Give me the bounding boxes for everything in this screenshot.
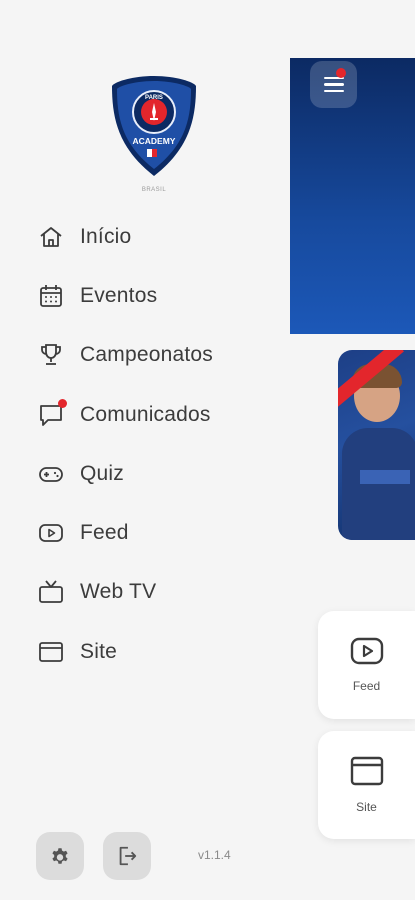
- tv-icon: [38, 579, 64, 605]
- logout-icon: [119, 846, 137, 866]
- menu-button[interactable]: [310, 61, 357, 108]
- video-play-icon: [38, 520, 64, 546]
- browser-window-icon: [38, 639, 64, 665]
- sidebar-item-feed[interactable]: Feed: [0, 503, 290, 562]
- notification-badge: [58, 398, 67, 408]
- sidebar-item-label: Web TV: [80, 580, 157, 604]
- video-play-icon: [350, 637, 383, 665]
- sidebar-item-comunicados[interactable]: Comunicados: [0, 385, 290, 444]
- svg-text:ACADEMY: ACADEMY: [133, 136, 176, 146]
- sidebar-item-label: Campeonatos: [80, 343, 213, 367]
- sidebar-item-campeonatos[interactable]: Campeonatos: [0, 326, 290, 385]
- photo-shirt-stripe: [360, 470, 410, 484]
- gear-icon: [52, 848, 68, 864]
- quick-link-site[interactable]: Site: [318, 731, 415, 839]
- svg-text:PARIS: PARIS: [145, 95, 163, 101]
- quick-link-label: Site: [356, 800, 377, 814]
- quick-link-label: Feed: [352, 679, 381, 693]
- calendar-icon: [38, 283, 64, 309]
- app-version: v1.1.4: [198, 848, 231, 862]
- browser-window-icon: [350, 756, 383, 786]
- quick-link-feed[interactable]: Feed: [318, 611, 415, 719]
- sidebar-item-eventos[interactable]: Eventos: [0, 266, 290, 325]
- featured-photo-card[interactable]: [338, 350, 415, 540]
- sidebar-item-label: Feed: [80, 521, 129, 545]
- chat-icon: [38, 398, 67, 428]
- drawer-menu: Início Eventos Campeonatos Comunicados Q…: [0, 207, 290, 681]
- navigation-drawer: PARIS ACADEMY BRASIL Início Eventos Camp…: [0, 0, 290, 900]
- paris-academy-logo: PARIS ACADEMY: [112, 76, 196, 176]
- sidebar-item-webtv[interactable]: Web TV: [0, 563, 290, 622]
- photo-player-shirt: [342, 428, 415, 540]
- sidebar-item-quiz[interactable]: Quiz: [0, 444, 290, 503]
- logo-subtitle: BRASIL: [141, 187, 167, 193]
- trophy-icon: [38, 342, 64, 368]
- settings-button[interactable]: [36, 832, 84, 880]
- sidebar-item-label: Comunicados: [80, 402, 211, 426]
- home-icon: [38, 224, 64, 250]
- hamburger-icon: [323, 76, 344, 93]
- sidebar-item-label: Quiz: [80, 461, 124, 485]
- sidebar-item-inicio[interactable]: Início: [0, 207, 290, 266]
- notification-dot: [336, 68, 346, 78]
- logout-button[interactable]: [103, 832, 151, 880]
- gamepad-icon: [38, 461, 64, 487]
- sidebar-item-label: Site: [80, 639, 117, 663]
- sidebar-item-label: Início: [80, 224, 132, 248]
- sidebar-item-site[interactable]: Site: [0, 622, 290, 681]
- sidebar-item-label: Eventos: [80, 283, 158, 307]
